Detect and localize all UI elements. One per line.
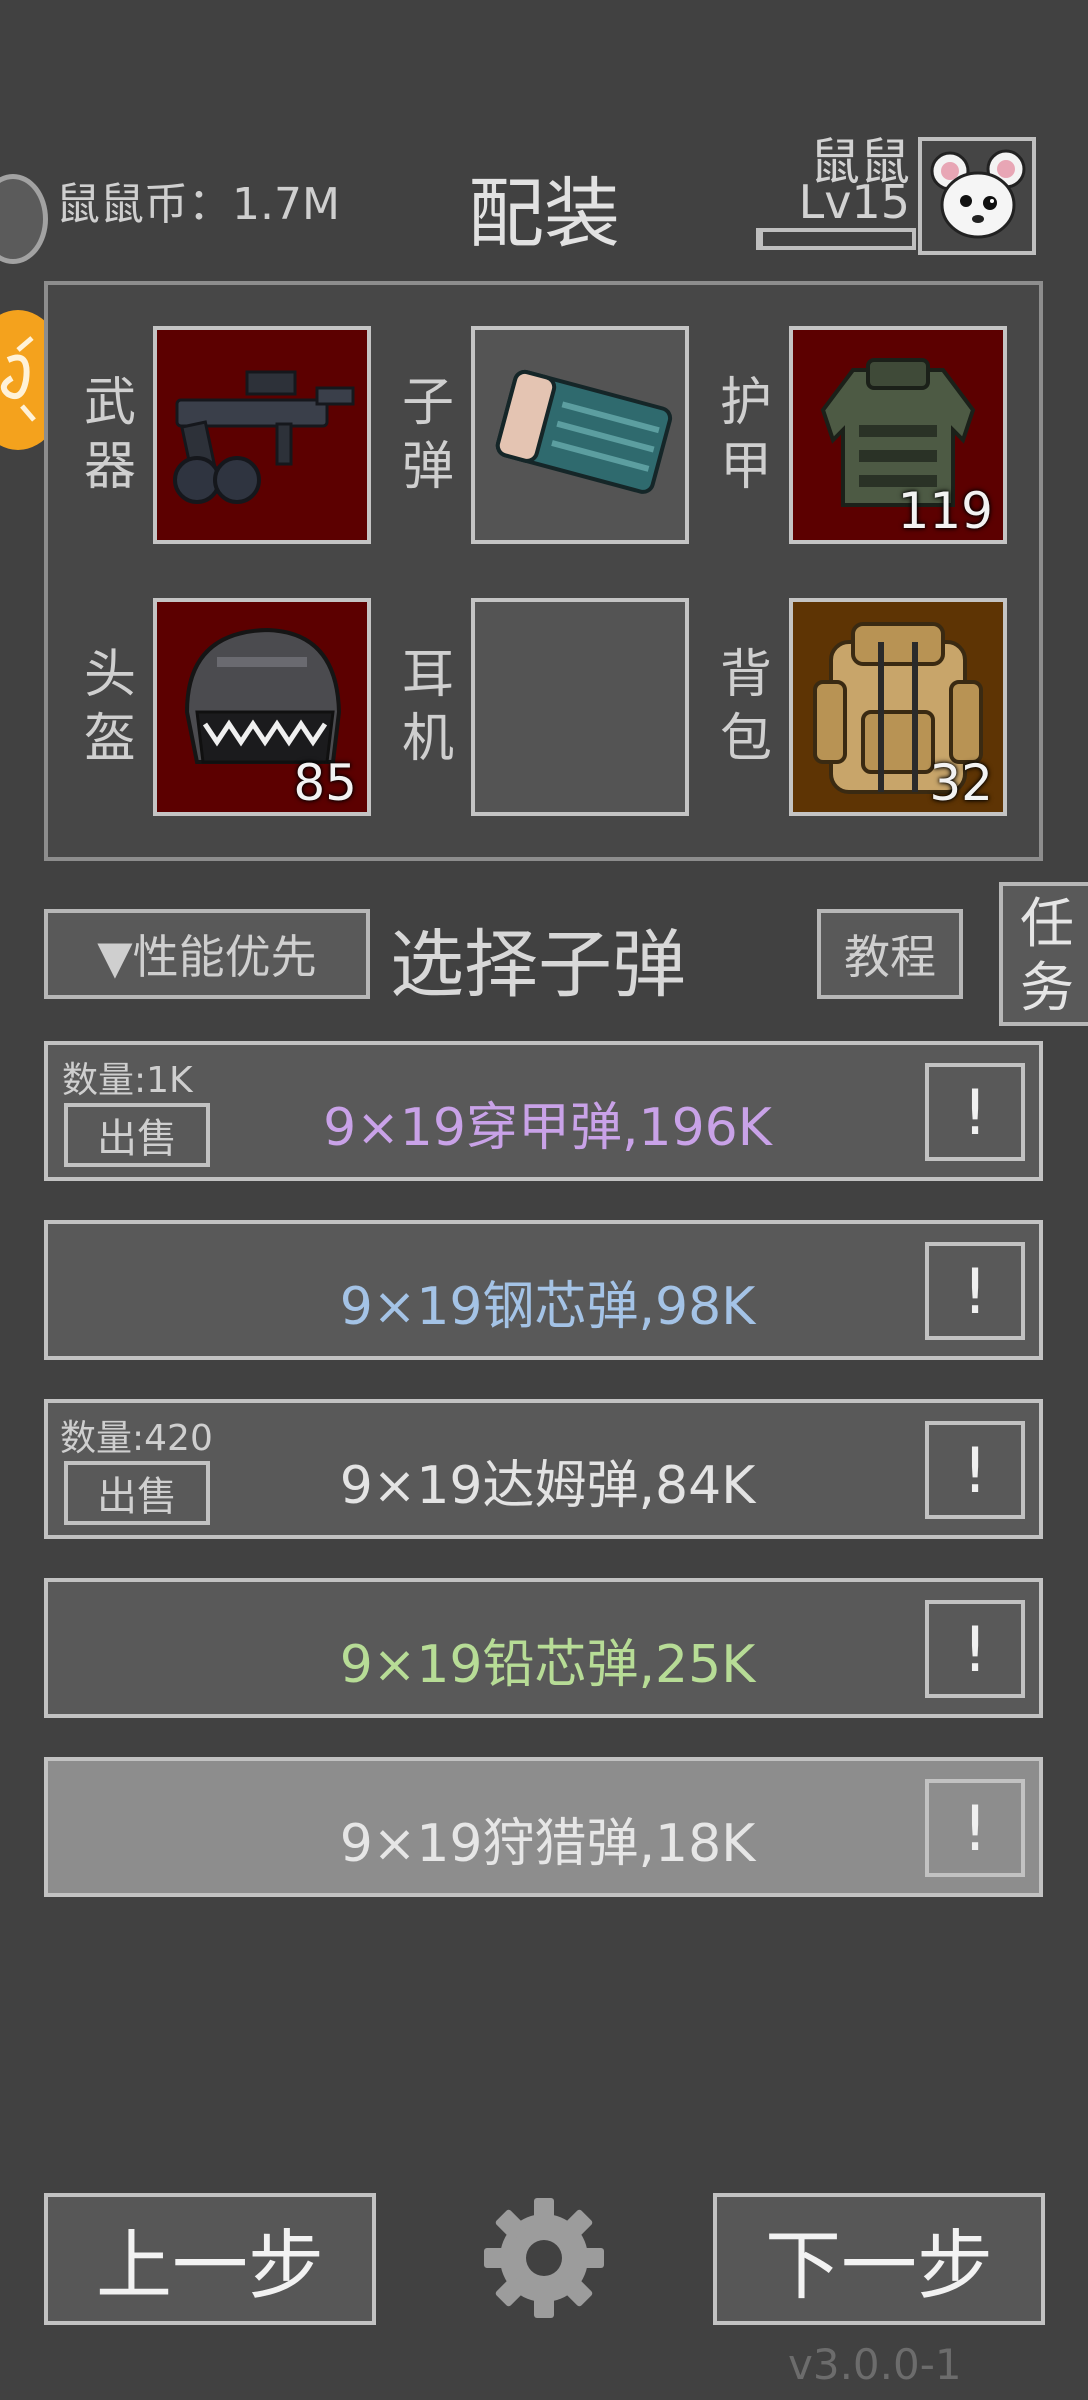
ammo-row-hunting[interactable]: 9×19狩猎弹,18K ! bbox=[44, 1757, 1043, 1897]
helmet-slot[interactable]: 85 bbox=[153, 598, 371, 816]
backpack-slot[interactable]: 32 bbox=[789, 598, 1007, 816]
info-button[interactable]: ! bbox=[925, 1600, 1025, 1698]
slot-label-headset: 耳机 bbox=[401, 645, 454, 769]
helmet-durability: 85 bbox=[293, 754, 357, 812]
slot-label-armor: 护甲 bbox=[719, 373, 772, 497]
ammo-row-ap[interactable]: 数量:1K 出售 9×19穿甲弹,196K ! bbox=[44, 1041, 1043, 1181]
slot-label-weapon: 武器 bbox=[83, 373, 136, 497]
section-title: 选择子弹 bbox=[390, 922, 686, 1008]
gear-icon bbox=[484, 2198, 604, 2318]
ammo-slot[interactable] bbox=[471, 326, 689, 544]
player-level: Lv15 bbox=[798, 175, 910, 229]
task-button[interactable]: 任务 bbox=[999, 882, 1088, 1026]
slot-label-backpack: 背包 bbox=[719, 645, 772, 769]
ammo-name: 9×19穿甲弹,196K bbox=[323, 1098, 772, 1158]
ammo-row-steel-core[interactable]: 9×19钢芯弹,98K ! bbox=[44, 1220, 1043, 1360]
armor-durability: 119 bbox=[897, 482, 993, 540]
info-button[interactable]: ! bbox=[925, 1779, 1025, 1877]
slot-label-helmet: 头盔 bbox=[83, 645, 136, 769]
weapon-slot[interactable] bbox=[153, 326, 371, 544]
tutorial-button[interactable]: 教程 bbox=[817, 909, 963, 999]
mouse-avatar-icon bbox=[930, 149, 1026, 239]
version-label: v3.0.0-1 bbox=[788, 2340, 962, 2389]
ammo-row-dumdum[interactable]: 数量:420 出售 9×19达姆弹,84K ! bbox=[44, 1399, 1043, 1539]
rifle-icon bbox=[173, 370, 355, 504]
info-button[interactable]: ! bbox=[925, 1242, 1025, 1340]
ammo-name: 9×19钢芯弹,98K bbox=[339, 1277, 756, 1337]
ammo-name: 9×19铅芯弹,25K bbox=[339, 1635, 756, 1695]
headset-slot[interactable] bbox=[471, 598, 689, 816]
sort-dropdown[interactable]: ▼性能优先 bbox=[44, 909, 370, 999]
next-step-button[interactable]: 下一步 bbox=[713, 2193, 1045, 2325]
avatar[interactable] bbox=[918, 137, 1036, 255]
backpack-capacity: 32 bbox=[929, 754, 993, 812]
settings-button[interactable] bbox=[478, 2192, 610, 2324]
info-button[interactable]: ! bbox=[925, 1421, 1025, 1519]
task-button-label: 任务 bbox=[1020, 892, 1074, 1019]
ammo-box-icon bbox=[495, 369, 673, 494]
level-progress-bar bbox=[756, 228, 916, 250]
ammo-name: 9×19达姆弹,84K bbox=[339, 1456, 756, 1516]
prev-step-button[interactable]: 上一步 bbox=[44, 2193, 376, 2325]
info-button[interactable]: ! bbox=[925, 1063, 1025, 1161]
armor-slot[interactable]: 119 bbox=[789, 326, 1007, 544]
ammo-row-lead-core[interactable]: 9×19铅芯弹,25K ! bbox=[44, 1578, 1043, 1718]
slot-label-ammo: 子弹 bbox=[401, 373, 454, 497]
ammo-name: 9×19狩猎弹,18K bbox=[339, 1814, 756, 1874]
